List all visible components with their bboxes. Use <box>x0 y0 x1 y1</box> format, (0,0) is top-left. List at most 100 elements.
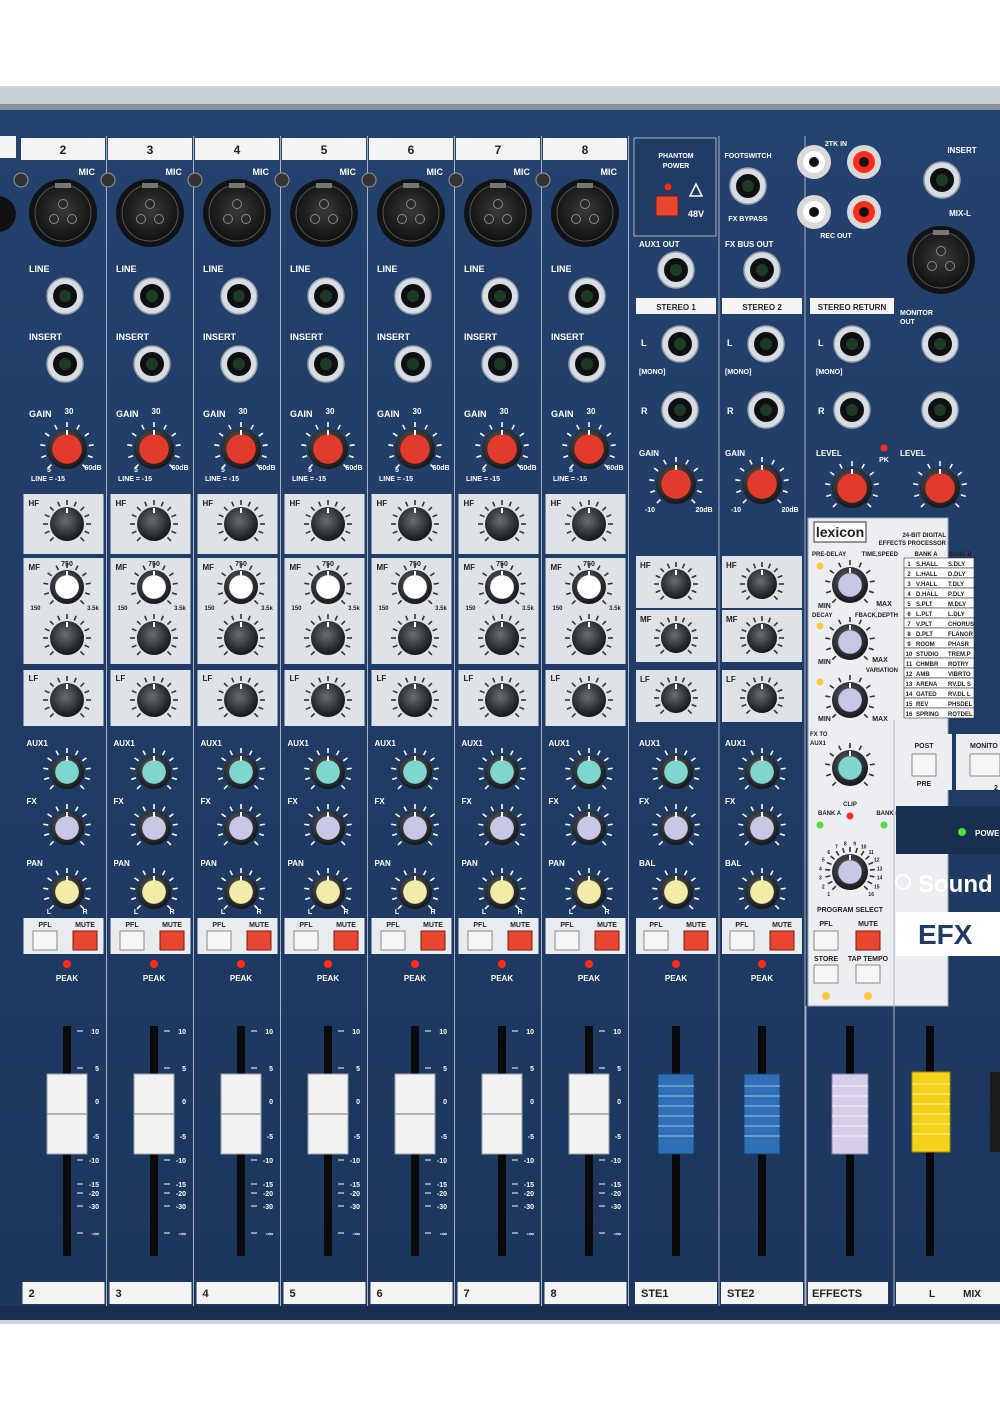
hf-knob-4[interactable] <box>224 507 258 541</box>
aux1-knob-st2[interactable] <box>745 755 779 789</box>
aux1-knob-8[interactable] <box>572 755 606 789</box>
insert-jack-2[interactable] <box>46 345 84 383</box>
mf-freq-knob-4[interactable] <box>224 570 258 604</box>
mf-gain-knob-6[interactable] <box>398 621 432 655</box>
gain-knob-7[interactable] <box>482 429 522 469</box>
pan-knob-2[interactable] <box>50 875 84 909</box>
insert-jack-5[interactable] <box>307 345 345 383</box>
line-jack-3[interactable] <box>133 277 171 315</box>
lf-knob-6[interactable] <box>398 683 432 717</box>
fx-knob-6[interactable] <box>398 811 432 845</box>
gain-knob-4[interactable] <box>221 429 261 469</box>
monitor-out-r-jack[interactable] <box>921 391 959 429</box>
stereo-gain-knob-1[interactable] <box>656 464 696 504</box>
gain-knob-6[interactable] <box>395 429 435 469</box>
stereo-r-jack-1[interactable] <box>661 391 699 429</box>
mute-button-3[interactable] <box>159 930 185 951</box>
mute-button-st1[interactable] <box>683 930 709 951</box>
insert-jack-8[interactable] <box>568 345 606 383</box>
mf-gain-knob-4[interactable] <box>224 621 258 655</box>
mute-button-7[interactable] <box>507 930 533 951</box>
hf-knob-3[interactable] <box>137 507 171 541</box>
stereo-r-jack-2[interactable] <box>747 391 785 429</box>
bal-knob-st1[interactable] <box>659 875 693 909</box>
mf-freq-knob-7[interactable] <box>485 570 519 604</box>
mf-gain-knob-3[interactable] <box>137 621 171 655</box>
lf-knob-4[interactable] <box>224 683 258 717</box>
pan-knob-6[interactable] <box>398 875 432 909</box>
insert-jack-3[interactable] <box>133 345 171 383</box>
fx-knob-8[interactable] <box>572 811 606 845</box>
mf-gain-knob-7[interactable] <box>485 621 519 655</box>
mf-knob-st2[interactable] <box>747 623 777 653</box>
lf-knob-st1[interactable] <box>661 683 691 713</box>
tap-tempo-button[interactable] <box>855 964 881 984</box>
stereo-l-jack-2[interactable] <box>747 325 785 363</box>
out-jack-1[interactable] <box>657 251 695 289</box>
aux1-knob-st1[interactable] <box>659 755 693 789</box>
xlr-input-4[interactable] <box>203 179 271 247</box>
lf-knob-7[interactable] <box>485 683 519 717</box>
pfl-button-st1[interactable] <box>643 930 669 951</box>
pan-knob-7[interactable] <box>485 875 519 909</box>
line-jack-8[interactable] <box>568 277 606 315</box>
xlr-input-8[interactable] <box>551 179 619 247</box>
return-r-jack[interactable] <box>833 391 871 429</box>
mf-gain-knob-2[interactable] <box>50 621 84 655</box>
hf-knob-st1[interactable] <box>661 569 691 599</box>
monitor-button[interactable] <box>969 753 1000 777</box>
aux1-knob-3[interactable] <box>137 755 171 789</box>
mf-gain-knob-8[interactable] <box>572 621 606 655</box>
pfl-button-st2[interactable] <box>729 930 755 951</box>
hf-knob-8[interactable] <box>572 507 606 541</box>
fx-knob-3[interactable] <box>137 811 171 845</box>
line-jack-6[interactable] <box>394 277 432 315</box>
lexicon-depth-knob[interactable] <box>832 624 868 660</box>
store-button[interactable] <box>813 964 839 984</box>
mix-l-xlr[interactable] <box>907 226 975 294</box>
mf-knob-st1[interactable] <box>661 623 691 653</box>
master-insert-jack[interactable] <box>923 161 961 199</box>
footswitch-jack[interactable] <box>729 167 767 205</box>
lf-knob-2[interactable] <box>50 683 84 717</box>
mute-button-6[interactable] <box>420 930 446 951</box>
xlr-input-6[interactable] <box>377 179 445 247</box>
gain-knob-5[interactable] <box>308 429 348 469</box>
hf-knob-5[interactable] <box>311 507 345 541</box>
bal-knob-st2[interactable] <box>745 875 779 909</box>
xlr-input-7[interactable] <box>464 179 532 247</box>
pfl-button-8[interactable] <box>554 930 580 951</box>
mute-button-st2[interactable] <box>769 930 795 951</box>
hf-knob-7[interactable] <box>485 507 519 541</box>
gain-knob-2[interactable] <box>47 429 87 469</box>
lexicon-pfl-button[interactable] <box>813 930 839 951</box>
pan-knob-3[interactable] <box>137 875 171 909</box>
return-l-jack[interactable] <box>833 325 871 363</box>
line-jack-5[interactable] <box>307 277 345 315</box>
fx-knob-st2[interactable] <box>745 811 779 845</box>
mute-button-2[interactable] <box>72 930 98 951</box>
pfl-button-5[interactable] <box>293 930 319 951</box>
phantom-button[interactable] <box>655 195 679 217</box>
aux1-knob-7[interactable] <box>485 755 519 789</box>
aux1-knob-4[interactable] <box>224 755 258 789</box>
mf-freq-knob-6[interactable] <box>398 570 432 604</box>
return-level-knob[interactable] <box>832 468 872 508</box>
aux1-knob-6[interactable] <box>398 755 432 789</box>
pfl-button-6[interactable] <box>380 930 406 951</box>
aux1-knob-5[interactable] <box>311 755 345 789</box>
fx-knob-5[interactable] <box>311 811 345 845</box>
hf-knob-2[interactable] <box>50 507 84 541</box>
fx-to-aux1-knob[interactable] <box>832 750 868 786</box>
mf-freq-knob-2[interactable] <box>50 570 84 604</box>
hf-knob-st2[interactable] <box>747 569 777 599</box>
mf-gain-knob-5[interactable] <box>311 621 345 655</box>
stereo-l-jack-1[interactable] <box>661 325 699 363</box>
insert-jack-4[interactable] <box>220 345 258 383</box>
mf-freq-knob-3[interactable] <box>137 570 171 604</box>
post-pre-button[interactable] <box>911 753 937 777</box>
gain-knob-3[interactable] <box>134 429 174 469</box>
fx-knob-4[interactable] <box>224 811 258 845</box>
mf-freq-knob-5[interactable] <box>311 570 345 604</box>
fx-knob-st1[interactable] <box>659 811 693 845</box>
